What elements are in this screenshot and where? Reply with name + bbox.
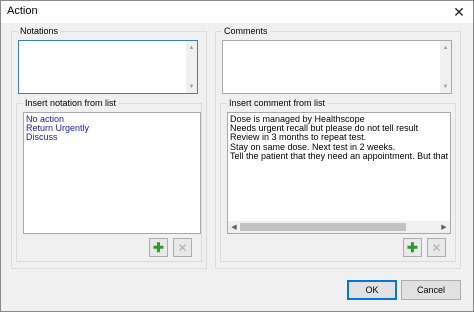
dialog-title: Action <box>7 5 38 17</box>
ok-button[interactable]: OK <box>347 280 397 300</box>
plus-icon: ✚ <box>407 239 418 255</box>
list-item[interactable]: Discuss <box>26 133 198 142</box>
comments-label: Comments <box>222 26 270 37</box>
insert-comment-group: Insert comment from list Dose is managed… <box>220 98 456 262</box>
insert-notation-group: Insert notation from list No action Retu… <box>16 98 202 262</box>
scroll-up-icon[interactable]: ▲ <box>186 42 197 53</box>
add-notation-button[interactable]: ✚ <box>149 238 168 257</box>
close-icon[interactable]: ✕ <box>445 1 473 23</box>
comment-list-hscrollbar[interactable]: ◀ ▶ <box>228 221 450 233</box>
comment-list[interactable]: Dose is managed by Healthscope Needs urg… <box>227 112 451 234</box>
notation-list[interactable]: No action Return Urgently Discuss <box>23 112 201 234</box>
notations-group: Notations ▲ ▼ Insert notation from list … <box>11 26 207 269</box>
cancel-button[interactable]: Cancel <box>401 280 461 300</box>
scroll-thumb[interactable] <box>240 223 406 231</box>
remove-notation-button[interactable]: ✕ <box>173 238 192 257</box>
notations-textbox[interactable]: ▲ ▼ <box>18 40 198 94</box>
add-comment-button[interactable]: ✚ <box>403 238 422 257</box>
notations-label: Notations <box>18 26 61 37</box>
title-bar: Action ✕ <box>1 1 473 23</box>
x-icon: ✕ <box>177 240 188 255</box>
insert-comment-label: Insert comment from list <box>227 98 328 109</box>
list-item[interactable]: Tell the patient that they need an appoi… <box>230 151 450 161</box>
scroll-down-icon[interactable]: ▼ <box>186 81 197 92</box>
comments-scrollbar[interactable]: ▲ ▼ <box>440 41 451 93</box>
scroll-left-icon[interactable]: ◀ <box>228 221 240 233</box>
comments-textbox[interactable]: ▲ ▼ <box>222 40 452 94</box>
scroll-right-icon[interactable]: ▶ <box>438 221 450 233</box>
remove-comment-button[interactable]: ✕ <box>427 238 446 257</box>
plus-icon: ✚ <box>153 239 164 255</box>
scroll-down-icon[interactable]: ▼ <box>440 81 451 92</box>
comments-group: Comments ▲ ▼ Insert comment from list Do… <box>215 26 461 269</box>
scroll-up-icon[interactable]: ▲ <box>440 42 451 53</box>
action-dialog: Action ✕ Notations ▲ ▼ Insert notation f… <box>0 0 474 312</box>
insert-notation-label: Insert notation from list <box>23 98 119 109</box>
x-icon: ✕ <box>431 240 442 255</box>
notations-scrollbar[interactable]: ▲ ▼ <box>186 41 197 93</box>
